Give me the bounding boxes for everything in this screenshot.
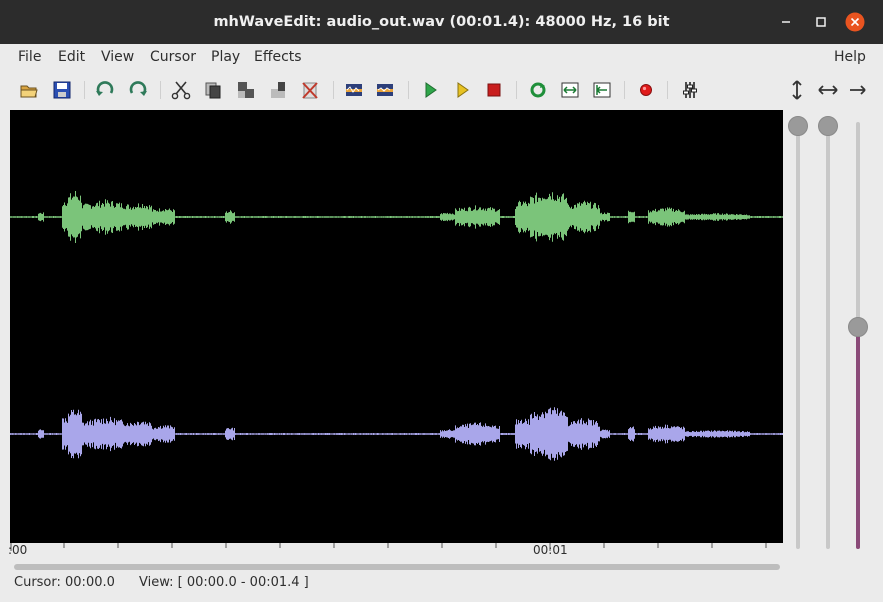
toolbar-separator bbox=[84, 81, 85, 99]
maximize-icon[interactable] bbox=[811, 12, 831, 32]
horizontal-scrollbar[interactable] bbox=[14, 564, 780, 570]
delete-icon[interactable] bbox=[299, 79, 321, 101]
menu-bar: File Edit View Cursor Play Effects Help bbox=[0, 44, 883, 72]
save-icon[interactable] bbox=[51, 79, 73, 101]
horizontal-zoom-icon bbox=[818, 85, 838, 95]
play-selection-icon[interactable] bbox=[451, 79, 473, 101]
paste-mix-icon[interactable] bbox=[267, 79, 289, 101]
menu-play[interactable]: Play bbox=[211, 49, 240, 65]
loop-icon[interactable] bbox=[527, 79, 549, 101]
toolbar-separator bbox=[333, 81, 334, 99]
vertical-zoom-icon bbox=[792, 80, 802, 100]
minimize-icon[interactable] bbox=[776, 12, 796, 32]
ruler-label-1s: 00:01 bbox=[533, 543, 568, 557]
toolbar-separator bbox=[408, 81, 409, 99]
cut-icon[interactable] bbox=[170, 79, 192, 101]
toolbar-separator bbox=[667, 81, 668, 99]
volume-slider-knob[interactable] bbox=[788, 116, 808, 136]
toolbar-separator bbox=[624, 81, 625, 99]
waveform-view[interactable] bbox=[10, 110, 783, 543]
waveform-trace bbox=[10, 191, 783, 243]
window-title: mhWaveEdit: audio_out.wav (00:01.4): 480… bbox=[213, 14, 670, 30]
undo-icon[interactable] bbox=[94, 79, 116, 101]
waveform-canvas[interactable] bbox=[10, 110, 783, 543]
view-range: View: [ 00:00.0 - 00:01.4 ] bbox=[139, 575, 309, 590]
position-slider-fill bbox=[856, 326, 860, 549]
position-slider-knob[interactable] bbox=[848, 316, 868, 337]
toolbar-separator bbox=[160, 81, 161, 99]
mixer-icon[interactable] bbox=[679, 79, 701, 101]
toolbar bbox=[0, 72, 883, 108]
title-bar: mhWaveEdit: audio_out.wav (00:01.4): 480… bbox=[0, 0, 883, 44]
menu-file[interactable]: File bbox=[18, 49, 41, 65]
toolbar-separator bbox=[516, 81, 517, 99]
menu-view[interactable]: View bbox=[101, 49, 134, 65]
select-all-icon[interactable] bbox=[559, 79, 581, 101]
volume-slider-track[interactable] bbox=[796, 126, 800, 549]
play-icon[interactable] bbox=[419, 79, 441, 101]
speed-icon bbox=[850, 85, 866, 95]
cursor-position: Cursor: 00:00.0 bbox=[14, 575, 115, 590]
menu-effects[interactable]: Effects bbox=[254, 49, 302, 65]
waveform-trace bbox=[10, 407, 783, 461]
time-ruler: :00 00:01 bbox=[8, 543, 783, 563]
speed-slider-knob[interactable] bbox=[818, 116, 838, 136]
open-icon[interactable] bbox=[18, 79, 40, 101]
speed-slider-track[interactable] bbox=[826, 126, 830, 549]
channel-1-waveform bbox=[10, 191, 783, 243]
record-icon[interactable] bbox=[635, 79, 657, 101]
ruler-label-start: :00 bbox=[8, 543, 28, 557]
channel-2-waveform bbox=[10, 407, 783, 461]
copy-icon[interactable] bbox=[202, 79, 224, 101]
close-icon[interactable] bbox=[845, 12, 865, 32]
menu-edit[interactable]: Edit bbox=[58, 49, 85, 65]
selection-start-icon[interactable] bbox=[591, 79, 613, 101]
ruler-ticks bbox=[10, 543, 767, 551]
zoom-out-icon[interactable] bbox=[374, 79, 396, 101]
menu-help[interactable]: Help bbox=[834, 49, 866, 65]
paste-icon[interactable] bbox=[235, 79, 257, 101]
zoom-in-icon[interactable] bbox=[343, 79, 365, 101]
redo-icon[interactable] bbox=[127, 79, 149, 101]
menu-cursor[interactable]: Cursor bbox=[150, 49, 196, 65]
stop-icon[interactable] bbox=[483, 79, 505, 101]
